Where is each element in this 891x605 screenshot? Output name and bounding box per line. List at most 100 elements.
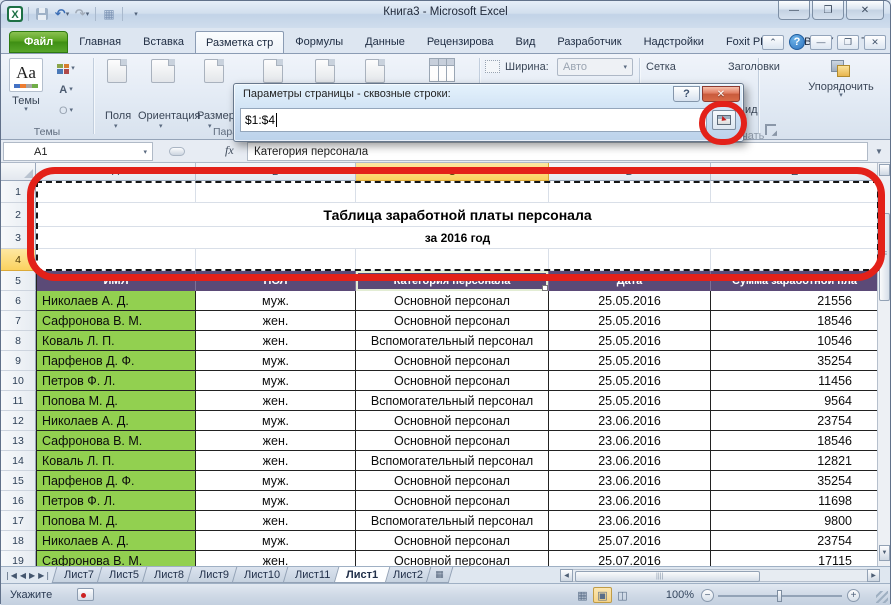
cell[interactable] [711, 249, 879, 271]
cell-date[interactable]: 25.05.2016 [549, 391, 711, 411]
cell[interactable] [711, 181, 879, 203]
ribbon-restore-button[interactable]: ❐ [837, 35, 859, 50]
ribbon-tab-7[interactable]: Рецензирова [416, 31, 505, 53]
ribbon-tab-9[interactable]: Разработчик [546, 31, 632, 53]
cell-date[interactable]: 23.06.2016 [549, 451, 711, 471]
row-header[interactable]: 1 [1, 181, 36, 203]
row-header[interactable]: 9 [1, 351, 36, 371]
orientation-label[interactable]: Ориентация [138, 110, 200, 122]
horizontal-scrollbar-thumb[interactable] [575, 571, 760, 582]
horizontal-scroll-track[interactable] [573, 569, 867, 582]
row-header[interactable]: 17 [1, 511, 36, 531]
print-area-icon[interactable] [263, 59, 283, 83]
column-header-A[interactable]: A [36, 163, 196, 181]
rows-range-input[interactable]: $1:$4 [240, 108, 707, 132]
name-box[interactable]: A1 ▾ [3, 142, 153, 161]
cell-cat[interactable]: Основной персонал [356, 491, 549, 511]
row-header[interactable]: 14 [1, 451, 36, 471]
cell-name[interactable]: Сафронова В. М. [36, 431, 196, 451]
cell-cat[interactable]: Вспомогательный персонал [356, 391, 549, 411]
cell-sum[interactable]: 12821 [711, 451, 879, 471]
cell[interactable] [196, 249, 356, 271]
cell-sex[interactable]: жен. [196, 511, 356, 531]
cell-cat[interactable]: Основной персонал [356, 311, 549, 331]
ribbon-tab-6[interactable]: Данные [354, 31, 416, 53]
cell-sex[interactable]: жен. [196, 551, 356, 566]
cell-name[interactable]: Парфенов Д. Ф. [36, 471, 196, 491]
horizontal-scrollbar[interactable]: ◀ ▶ [560, 569, 880, 582]
cell-date[interactable]: 25.07.2016 [549, 551, 711, 566]
expand-formula-bar-icon[interactable]: ▼ [871, 144, 887, 159]
cell-date[interactable]: 23.06.2016 [549, 411, 711, 431]
cell-cat[interactable]: Вспомогательный персонал [356, 331, 549, 351]
cell-sex[interactable]: жен. [196, 331, 356, 351]
cell-name[interactable]: Коваль Л. П. [36, 451, 196, 471]
row-header[interactable]: 2 [1, 203, 36, 227]
cell-date[interactable]: 25.05.2016 [549, 291, 711, 311]
column-header-C[interactable]: C [356, 163, 549, 181]
ribbon-tab-5[interactable]: Формулы [284, 31, 354, 53]
cell-sex[interactable]: муж. [196, 471, 356, 491]
resize-grip[interactable] [876, 591, 888, 603]
row-header[interactable]: 10 [1, 371, 36, 391]
cell-sex[interactable]: муж. [196, 351, 356, 371]
row-header[interactable]: 6 [1, 291, 36, 311]
cell-sex[interactable]: жен. [196, 311, 356, 331]
cell-sex[interactable]: жен. [196, 391, 356, 411]
themes-button[interactable]: Aa Темы ▾ [9, 58, 43, 112]
close-button[interactable]: ✕ [846, 1, 884, 20]
cell-date[interactable]: 25.05.2016 [549, 311, 711, 331]
row-header[interactable]: 4 [1, 249, 36, 271]
cell-sex[interactable]: муж. [196, 371, 356, 391]
cell-sex[interactable]: муж. [196, 491, 356, 511]
vertical-scrollbar[interactable]: ▼ [877, 163, 890, 566]
row-header[interactable]: 13 [1, 431, 36, 451]
normal-view-icon[interactable]: ▦ [573, 587, 592, 603]
sheet-tab-7[interactable]: Лист1 [333, 567, 390, 583]
dialog-close-button[interactable]: ✕ [702, 86, 740, 102]
cell-sex[interactable]: жен. [196, 431, 356, 451]
insert-function-icon[interactable]: fx [225, 143, 234, 158]
cell-sum[interactable]: 11698 [711, 491, 879, 511]
cell-sum[interactable]: 21556 [711, 291, 879, 311]
cell-sum[interactable]: 18546 [711, 311, 879, 331]
zoom-out-icon[interactable]: − [701, 589, 714, 602]
cell[interactable] [36, 181, 196, 203]
ribbon-minimize-button[interactable]: — [810, 35, 832, 50]
last-sheet-icon[interactable]: ▶❘ [38, 571, 51, 580]
select-all-corner[interactable] [1, 163, 36, 181]
ribbon-tab-4[interactable]: Разметка стр [195, 31, 284, 53]
zoom-in-icon[interactable]: + [847, 589, 860, 602]
page-layout-view-icon[interactable]: ▣ [593, 587, 612, 603]
row-header[interactable]: 7 [1, 311, 36, 331]
cell-sex[interactable]: муж. [196, 531, 356, 551]
row-header[interactable]: 11 [1, 391, 36, 411]
cell-sum[interactable]: 23754 [711, 411, 879, 431]
scroll-left-icon[interactable]: ◀ [560, 569, 573, 582]
page-break-view-icon[interactable]: ◫ [613, 587, 632, 603]
restore-button[interactable]: ❐ [812, 1, 844, 20]
column-header-D[interactable]: D [549, 163, 711, 181]
help-icon[interactable]: ? [789, 34, 805, 50]
insert-sheet-tab[interactable]: ▦ [425, 567, 452, 583]
cell-name[interactable]: Петров Ф. Л. [36, 491, 196, 511]
zoom-level[interactable]: 100% [666, 589, 694, 601]
cell-sum[interactable]: 9564 [711, 391, 879, 411]
cell-cat[interactable]: Вспомогательный персонал [356, 511, 549, 531]
formula-input[interactable]: Категория персонала [247, 142, 868, 161]
column-header-B[interactable]: B [196, 163, 356, 181]
vertical-scrollbar-thumb[interactable] [879, 213, 890, 301]
cell[interactable] [36, 249, 196, 271]
cell-name[interactable]: Николаев А. Д. [36, 531, 196, 551]
cell-date[interactable]: 23.06.2016 [549, 511, 711, 531]
view-checkbox-label[interactable]: ид [745, 104, 758, 116]
cell-date[interactable]: 23.06.2016 [549, 431, 711, 451]
dialog-launcher-icon[interactable] [765, 124, 776, 135]
cell-cat[interactable]: Вспомогательный персонал [356, 451, 549, 471]
cell-sum[interactable]: 9800 [711, 511, 879, 531]
next-sheet-icon[interactable]: ▶ [29, 571, 35, 580]
cell-sum[interactable]: 23754 [711, 531, 879, 551]
cell-name[interactable]: Сафронова В. М. [36, 311, 196, 331]
zoom-slider-handle[interactable] [777, 590, 782, 602]
theme-colors-button[interactable]: ▾ [53, 59, 79, 78]
